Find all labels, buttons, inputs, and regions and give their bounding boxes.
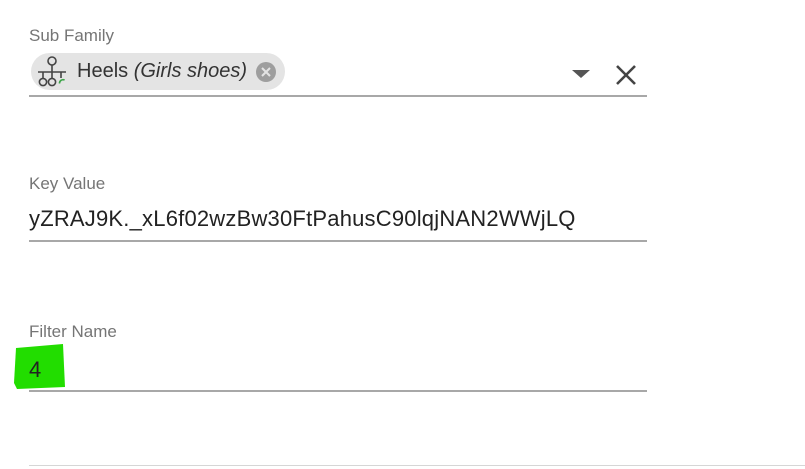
key-value-input[interactable]: yZRAJ9K._xL6f02wzBw30FtPahusC90lqjNAN2WW… <box>29 206 576 232</box>
sub-family-chip[interactable]: Heels (Girls shoes) <box>31 53 286 90</box>
highlight-mark <box>14 344 65 389</box>
filter-name-label: Filter Name <box>29 322 117 341</box>
key-value-label: Key Value <box>29 174 106 193</box>
sub-family-field[interactable]: Sub Family Heels (Girls shoes) <box>29 24 647 99</box>
filter-name-input[interactable]: 4 <box>29 357 41 383</box>
hierarchy-icon <box>35 55 71 89</box>
dropdown-arrow-icon[interactable] <box>570 64 592 84</box>
key-value-field[interactable]: Key Value yZRAJ9K._xL6f02wzBw30FtPahusC9… <box>29 172 647 247</box>
chip-remove-icon[interactable] <box>255 61 277 83</box>
sub-family-underline <box>29 95 647 97</box>
bottom-divider <box>29 465 805 466</box>
chip-name: Heels <box>77 60 129 82</box>
sub-family-label: Sub Family <box>29 26 115 45</box>
filter-name-field[interactable]: Filter Name 4 <box>14 320 647 395</box>
clear-icon[interactable] <box>613 62 639 88</box>
filter-name-underline <box>29 390 647 392</box>
sub-family-chip-text: Heels (Girls shoes) <box>77 60 247 83</box>
chip-parent: (Girls shoes) <box>133 60 248 82</box>
form-panel: Sub Family Heels (Girls shoes) Key Value… <box>0 0 805 469</box>
key-value-underline <box>29 240 647 242</box>
